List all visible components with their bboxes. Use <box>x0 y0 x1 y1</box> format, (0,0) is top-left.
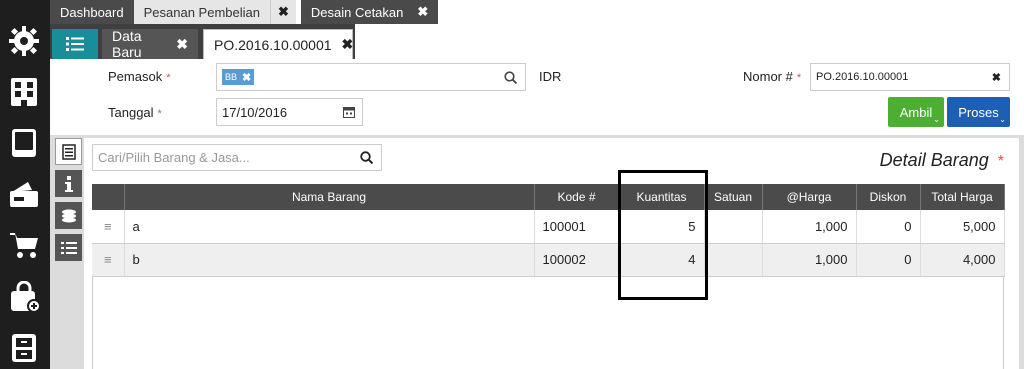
tab-label: Pesanan Pembelian <box>143 4 260 20</box>
cell-satuan[interactable] <box>704 210 763 244</box>
close-icon[interactable]: ✖ <box>342 36 354 53</box>
search-icon[interactable] <box>504 70 517 84</box>
pemasok-chip: BB ✖ <box>222 69 255 85</box>
column-header-diskon[interactable]: Diskon <box>856 184 921 210</box>
cart-icon[interactable] <box>5 226 43 264</box>
cell-diskon[interactable]: 0 <box>856 210 921 244</box>
top-tabs: Dashboard Pesanan Pembelian ✖ Desain Cet… <box>50 0 439 24</box>
column-header-harga[interactable]: @Harga <box>762 184 857 210</box>
cell-nama[interactable]: a <box>124 210 535 244</box>
cell-harga[interactable]: 1,000 <box>762 243 857 277</box>
table-empty-area <box>92 277 1004 369</box>
cell-diskon[interactable]: 0 <box>856 243 921 277</box>
cell-nama[interactable]: b <box>124 243 535 277</box>
column-header-satuan[interactable]: Satuan <box>704 184 763 210</box>
bag-add-icon[interactable] <box>5 278 43 316</box>
item-search-input[interactable] <box>98 150 348 165</box>
cell-kuantitas[interactable]: 5 <box>619 210 705 244</box>
tab-checklist-icon[interactable] <box>55 234 82 261</box>
table-header-row: Nama Barang Kode # Kuantitas Satuan @Har… <box>92 184 1005 210</box>
column-header-nama[interactable]: Nama Barang <box>124 184 535 210</box>
tanggal-value: 17/10/2016 <box>222 104 288 120</box>
item-search[interactable] <box>92 144 382 171</box>
cabinet-icon[interactable] <box>5 329 43 367</box>
drag-column-header <box>92 184 125 210</box>
left-sidebar <box>0 0 50 369</box>
tanggal-label: Tanggal * <box>108 105 162 120</box>
required-mark: * <box>166 72 171 84</box>
sub-tab-bar-fill <box>355 24 1024 59</box>
ambil-label: Ambil <box>899 104 933 120</box>
tab-label: Data Baru <box>112 28 142 60</box>
chip-label: BB <box>225 72 238 82</box>
table-row[interactable]: ≡ b 100002 4 1,000 0 4,000 <box>92 243 1005 277</box>
drag-handle-icon[interactable]: ≡ <box>92 243 125 277</box>
drag-handle-icon[interactable]: ≡ <box>92 210 125 244</box>
chevron-down-icon: ⌄ <box>933 115 940 124</box>
cell-kode[interactable]: 100002 <box>534 243 620 277</box>
tab-data-baru[interactable]: Data Baru ✖ <box>102 28 198 60</box>
coins-icon <box>61 209 76 222</box>
close-icon[interactable]: ✖ <box>176 36 188 53</box>
tab-label: PO.2016.10.00001 <box>214 36 332 53</box>
cell-satuan[interactable] <box>704 243 763 277</box>
detail-title-text: Detail Barang <box>879 150 989 170</box>
column-header-kode[interactable]: Kode # <box>534 184 620 210</box>
document-icon <box>61 143 76 160</box>
pemasok-field[interactable]: BB ✖ <box>216 63 526 91</box>
book-icon[interactable] <box>5 124 43 162</box>
required-mark: * <box>796 72 802 84</box>
required-mark: * <box>997 153 1004 170</box>
list-menu-button[interactable] <box>52 29 98 59</box>
tab-label: Desain Cetakan <box>310 4 404 20</box>
nomor-label: Nomor # * <box>743 69 801 84</box>
cell-kode[interactable]: 100001 <box>534 210 620 244</box>
proses-label: Proses <box>958 104 999 120</box>
wallet-icon[interactable] <box>5 175 43 213</box>
nomor-label-text: Nomor # <box>743 69 793 84</box>
building-icon[interactable] <box>5 73 43 111</box>
cell-total: 4,000 <box>920 243 1005 277</box>
cell-harga[interactable]: 1,000 <box>762 210 857 244</box>
nomor-field[interactable]: PO.2016.10.00001 ✖ <box>810 63 1010 91</box>
search-icon[interactable] <box>360 151 373 164</box>
tab-label: Dashboard <box>60 4 124 20</box>
pemasok-label-text: Pemasok <box>108 69 163 84</box>
tab-desain-cetakan[interactable]: Desain Cetakan ✖ <box>300 0 439 24</box>
tab-coins-icon[interactable] <box>55 202 82 229</box>
chevron-down-icon: ⌄ <box>999 115 1006 124</box>
info-icon <box>64 175 73 192</box>
list-icon <box>66 37 84 51</box>
close-icon: ✖ <box>277 4 289 19</box>
required-mark: * <box>157 108 162 120</box>
pemasok-label: Pemasok * <box>108 69 170 84</box>
column-header-total[interactable]: Total Harga <box>920 184 1005 210</box>
settings-gear-icon[interactable] <box>5 22 43 60</box>
close-icon[interactable]: ✖ <box>417 4 428 20</box>
table-row[interactable]: ≡ a 100001 5 1,000 0 5,000 <box>92 210 1005 244</box>
proses-button[interactable]: Proses ⌄ <box>947 97 1010 127</box>
cell-total: 5,000 <box>920 210 1005 244</box>
tab-pesanan-pembelian[interactable]: Pesanan Pembelian <box>133 0 271 24</box>
tanggal-field[interactable]: 17/10/2016 <box>216 98 363 126</box>
vertical-tabs <box>55 138 83 266</box>
clear-icon[interactable]: ✖ <box>992 71 1001 84</box>
tanggal-label-text: Tanggal <box>108 105 154 120</box>
tab-po[interactable]: PO.2016.10.00001 ✖ <box>203 29 353 59</box>
checklist-icon <box>60 241 77 254</box>
calendar-icon[interactable] <box>343 106 355 118</box>
detail-title: Detail Barang * <box>880 150 1004 171</box>
column-header-kuantitas[interactable]: Kuantitas <box>619 184 705 210</box>
tab-detail-icon[interactable] <box>55 138 82 165</box>
tab-dashboard[interactable]: Dashboard <box>50 0 134 24</box>
chip-remove-icon[interactable]: ✖ <box>242 71 251 84</box>
currency-label: IDR <box>539 69 562 84</box>
items-table: Nama Barang Kode # Kuantitas Satuan @Har… <box>92 184 1005 277</box>
cell-kuantitas[interactable]: 4 <box>619 243 705 277</box>
tab-close-button[interactable]: ✖ <box>270 0 296 24</box>
nomor-value: PO.2016.10.00001 <box>816 71 909 83</box>
ambil-button[interactable]: Ambil ⌄ <box>888 97 944 127</box>
tab-info-icon[interactable] <box>55 170 82 197</box>
